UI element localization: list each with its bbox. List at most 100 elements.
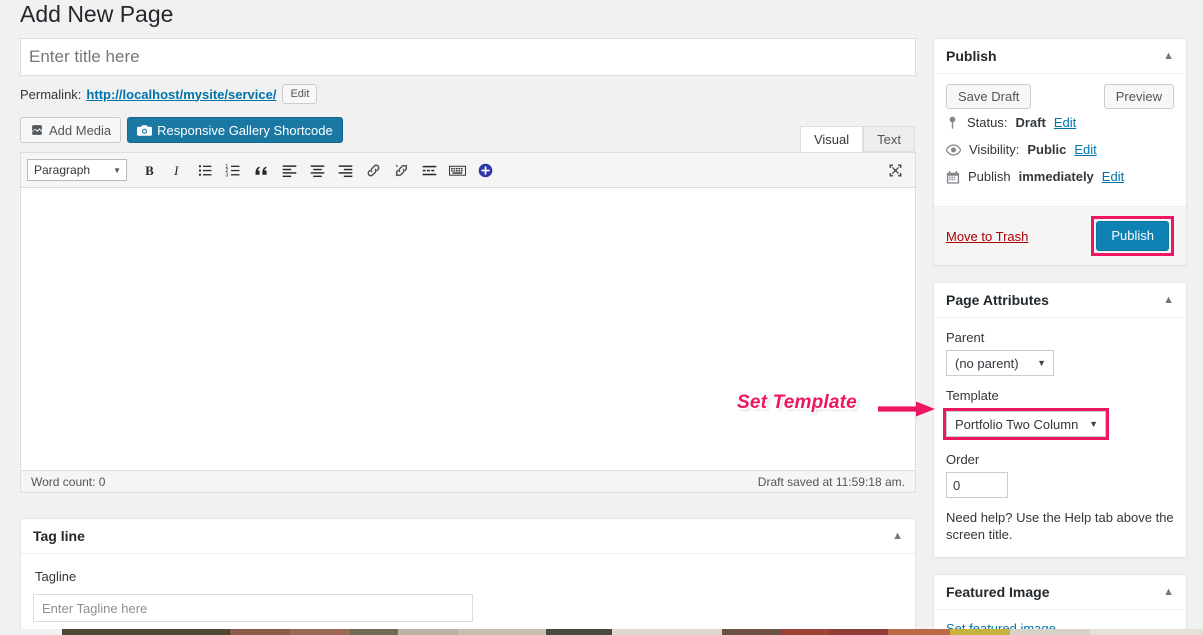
- edit-status-link[interactable]: Edit: [1054, 115, 1076, 131]
- page-attributes-body: Parent (no parent) ▼ Template Portfolio …: [934, 318, 1186, 557]
- publish-button[interactable]: Publish: [1096, 221, 1169, 251]
- visibility-value: Public: [1027, 142, 1067, 157]
- publish-button-highlight: Publish: [1091, 216, 1174, 256]
- align-center-icon[interactable]: [303, 156, 331, 184]
- editor-statusbar: Word count: 0 Draft saved at 11:59:18 am…: [21, 470, 915, 492]
- tagline-metabox-body: Tagline: [21, 554, 915, 635]
- featured-image-title: Featured Image: [946, 584, 1050, 600]
- visibility-label: Visibility:: [969, 142, 1020, 157]
- permalink-row: Permalink: http://localhost/mysite/servi…: [20, 83, 916, 105]
- responsive-gallery-shortcode-button[interactable]: Responsive Gallery Shortcode: [127, 117, 343, 143]
- remove-link-icon[interactable]: [387, 156, 415, 184]
- bulleted-list-icon[interactable]: [191, 156, 219, 184]
- edit-permalink-button[interactable]: Edit: [282, 84, 318, 104]
- insert-link-icon[interactable]: [359, 156, 387, 184]
- publish-metabox: Publish ▲ Save Draft Preview Status: Dra…: [933, 38, 1187, 266]
- schedule-value: immediately: [1018, 169, 1094, 184]
- edit-schedule-link[interactable]: Edit: [1102, 169, 1124, 185]
- align-right-icon[interactable]: [331, 156, 359, 184]
- status-value: Draft: [1015, 115, 1046, 130]
- draft-saved-status: Draft saved at 11:59:18 am.: [757, 474, 905, 489]
- camera-icon: [137, 124, 153, 137]
- tagline-metabox-title: Tag line: [33, 528, 85, 544]
- media-image-icon: [30, 123, 44, 137]
- preview-button[interactable]: Preview: [1103, 84, 1174, 109]
- order-input[interactable]: [946, 472, 1008, 498]
- template-select-value: Portfolio Two Column: [955, 416, 1079, 432]
- sidebar-column: Publish ▲ Save Draft Preview Status: Dra…: [933, 38, 1187, 635]
- edit-visibility-link[interactable]: Edit: [1074, 142, 1096, 158]
- publish-actions-row: Save Draft Preview: [934, 74, 1186, 113]
- set-template-annotation-label: Set Template: [737, 392, 857, 413]
- tab-visual[interactable]: Visual: [799, 126, 864, 152]
- chevron-up-icon[interactable]: ▲: [1163, 50, 1174, 62]
- tagline-field-label: Tagline: [35, 569, 77, 584]
- svg-text:3: 3: [225, 172, 228, 178]
- status-row: Status: Draft Edit: [946, 115, 1174, 131]
- paragraph-format-select[interactable]: Paragraph ▼: [27, 159, 127, 181]
- keyboard-shortcuts-icon[interactable]: [443, 156, 471, 184]
- svg-text:I: I: [173, 163, 179, 177]
- parent-label: Parent: [946, 330, 985, 345]
- tab-text[interactable]: Text: [863, 126, 915, 152]
- bottom-gallery-strip: [0, 629, 1203, 635]
- save-draft-button[interactable]: Save Draft: [946, 84, 1032, 109]
- template-select[interactable]: Portfolio Two Column ▼: [946, 411, 1106, 437]
- featured-image-header[interactable]: Featured Image ▲: [934, 575, 1186, 610]
- chevron-up-icon[interactable]: ▲: [1163, 294, 1174, 306]
- align-left-icon[interactable]: [275, 156, 303, 184]
- chevron-down-icon: ▼: [1089, 419, 1098, 429]
- editor-content-area[interactable]: [21, 188, 915, 470]
- wordpress-add-new-page-screen: Add New Page Permalink: http://localhost…: [0, 0, 1203, 635]
- tagline-input[interactable]: [33, 594, 473, 622]
- chevron-down-icon: ▼: [1037, 358, 1046, 368]
- template-select-highlight: Portfolio Two Column ▼: [943, 408, 1109, 440]
- page-attributes-metabox: Page Attributes ▲ Parent (no parent) ▼ T…: [933, 282, 1187, 558]
- chevron-up-icon[interactable]: ▲: [1163, 586, 1174, 598]
- responsive-gallery-shortcode-label: Responsive Gallery Shortcode: [157, 122, 333, 138]
- editor-main-column: Permalink: http://localhost/mysite/servi…: [20, 38, 916, 493]
- status-label: Status:: [967, 115, 1008, 130]
- template-label: Template: [946, 388, 999, 403]
- paragraph-format-value: Paragraph: [34, 163, 91, 177]
- eye-icon: [945, 143, 962, 157]
- add-media-label: Add Media: [49, 122, 112, 138]
- tagline-metabox: Tag line ▲ Tagline: [20, 518, 916, 635]
- schedule-label: Publish: [968, 169, 1011, 184]
- calendar-icon: [946, 170, 960, 185]
- tagline-metabox-header[interactable]: Tag line ▲: [21, 519, 915, 554]
- publish-metabox-title: Publish: [946, 48, 997, 64]
- distraction-free-icon[interactable]: [881, 156, 909, 184]
- bold-icon[interactable]: B: [135, 156, 163, 184]
- insert-read-more-icon[interactable]: [415, 156, 443, 184]
- toolbar-toggle-icon[interactable]: [471, 156, 499, 184]
- order-label: Order: [946, 452, 980, 467]
- page-title: Add New Page: [20, 1, 174, 27]
- blockquote-icon[interactable]: [247, 156, 275, 184]
- move-to-trash-link[interactable]: Move to Trash: [946, 229, 1028, 244]
- editor-container: Visual Text Paragraph ▼ B I 1 2 3 Word c…: [20, 126, 916, 493]
- parent-select-value: (no parent): [955, 355, 1019, 371]
- editor-toolbar: Paragraph ▼ B I 1 2 3: [21, 153, 915, 188]
- permalink-label: Permalink:: [20, 86, 82, 102]
- media-buttons-row: Add Media Responsive Gallery Shortcode: [20, 117, 916, 143]
- italic-icon[interactable]: I: [163, 156, 191, 184]
- svg-text:B: B: [145, 163, 154, 177]
- add-media-button[interactable]: Add Media: [20, 117, 122, 143]
- permalink-link[interactable]: http://localhost/mysite/service/: [86, 87, 276, 102]
- featured-image-metabox: Featured Image ▲ Set featured image: [933, 574, 1187, 635]
- editor-mode-tabs: Visual Text: [799, 126, 915, 152]
- page-attributes-help-note: Need help? Use the Help tab above the sc…: [946, 510, 1174, 542]
- page-attributes-header[interactable]: Page Attributes ▲: [934, 283, 1186, 318]
- chevron-up-icon[interactable]: ▲: [892, 530, 903, 542]
- page-attributes-title: Page Attributes: [946, 292, 1049, 308]
- schedule-row: Publish immediately Edit: [946, 169, 1174, 185]
- post-title-input[interactable]: [20, 38, 916, 76]
- parent-select[interactable]: (no parent) ▼: [946, 350, 1054, 376]
- visibility-row: Visibility: Public Edit: [945, 142, 1174, 158]
- numbered-list-icon[interactable]: 1 2 3: [219, 156, 247, 184]
- right-arrow-icon: [878, 401, 936, 417]
- publish-status-lines: Status: Draft Edit Visibility: Public Ed…: [934, 113, 1186, 206]
- publish-metabox-header[interactable]: Publish ▲: [934, 39, 1186, 74]
- pin-icon: [946, 116, 959, 130]
